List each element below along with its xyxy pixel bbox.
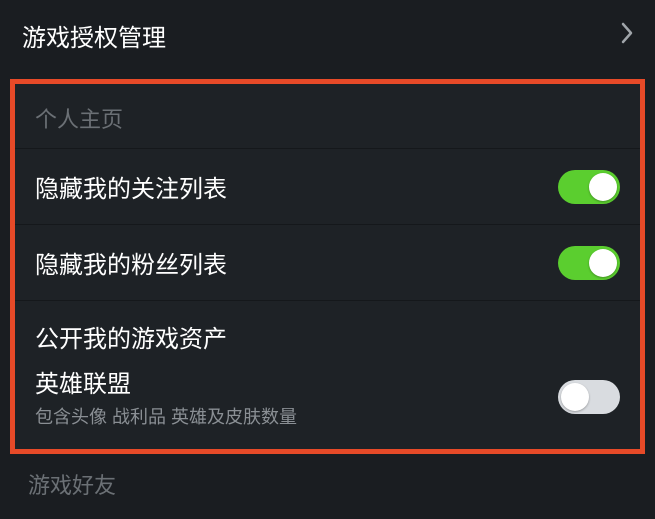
hide-followers-toggle[interactable] [558,246,620,280]
hide-following-row: 隐藏我的关注列表 [15,149,640,225]
hide-following-toggle[interactable] [558,170,620,204]
chevron-right-icon [621,22,633,49]
personal-homepage-section: 个人主页 隐藏我的关注列表 隐藏我的粉丝列表 公开我的游戏资产 英雄联盟 包含头… [10,79,645,454]
toggle-knob [589,249,617,277]
toggle-knob [589,173,617,201]
toggle-knob [561,383,589,411]
game-friends-header: 游戏好友 [0,454,655,514]
asset-game-name: 英雄联盟 [35,364,297,399]
public-assets-header: 公开我的游戏资产 [35,319,620,354]
hide-followers-label: 隐藏我的粉丝列表 [35,245,227,280]
section-header: 个人主页 [15,84,640,149]
asset-game-desc: 包含头像 战利品 英雄及皮肤数量 [35,403,297,429]
public-assets-toggle[interactable] [558,380,620,414]
hide-followers-row: 隐藏我的粉丝列表 [15,225,640,301]
game-auth-row[interactable]: 游戏授权管理 [0,0,655,71]
public-assets-row: 公开我的游戏资产 英雄联盟 包含头像 战利品 英雄及皮肤数量 [15,301,640,449]
hide-following-label: 隐藏我的关注列表 [35,169,227,204]
game-auth-title: 游戏授权管理 [22,18,166,53]
